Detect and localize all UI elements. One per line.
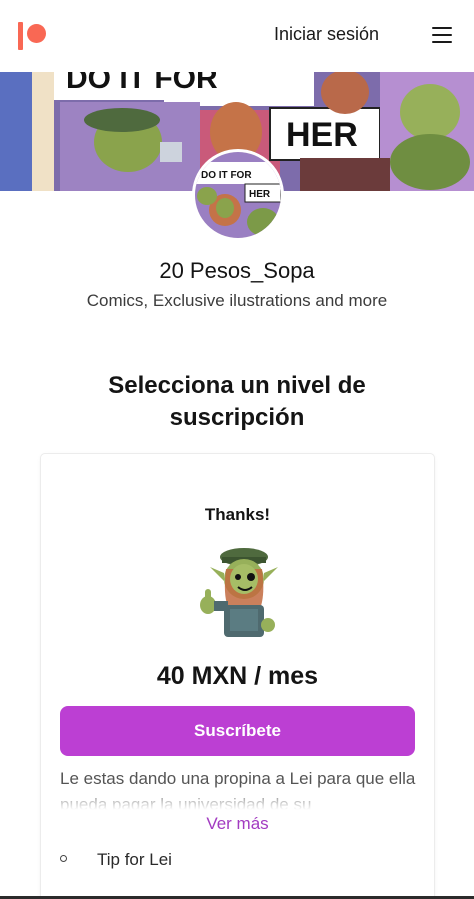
hamburger-menu-icon[interactable] bbox=[432, 27, 452, 43]
tier-image bbox=[188, 543, 284, 639]
banner-her-text: HER bbox=[286, 116, 358, 154]
avatar-top-text: DO IT FOR bbox=[201, 170, 252, 181]
subscribe-button[interactable]: Suscríbete bbox=[60, 706, 415, 756]
see-more-link[interactable]: Ver más bbox=[41, 814, 434, 834]
creator-name: 20 Pesos_Sopa bbox=[159, 258, 315, 283]
login-link[interactable]: Iniciar sesión bbox=[274, 24, 379, 45]
top-navbar: Iniciar sesión bbox=[0, 0, 474, 72]
benefit-text: Tip for Lei bbox=[97, 850, 172, 869]
banner-top-text: DO IT FOR bbox=[66, 72, 218, 95]
patreon-logo-icon[interactable] bbox=[18, 22, 48, 50]
description-fade bbox=[60, 786, 416, 814]
avatar-her-text: HER bbox=[249, 189, 271, 200]
creator-description: Comics, Exclusive ilustrations and more bbox=[86, 291, 388, 310]
tier-price: 40 MXN / mes bbox=[156, 662, 319, 690]
tier-section-title: Selecciona un nivel de suscripción bbox=[108, 372, 366, 431]
bullet-circle-icon bbox=[60, 855, 67, 862]
tier-name: Thanks! bbox=[204, 505, 271, 524]
creator-avatar[interactable]: DO IT FOR HER bbox=[192, 149, 284, 241]
